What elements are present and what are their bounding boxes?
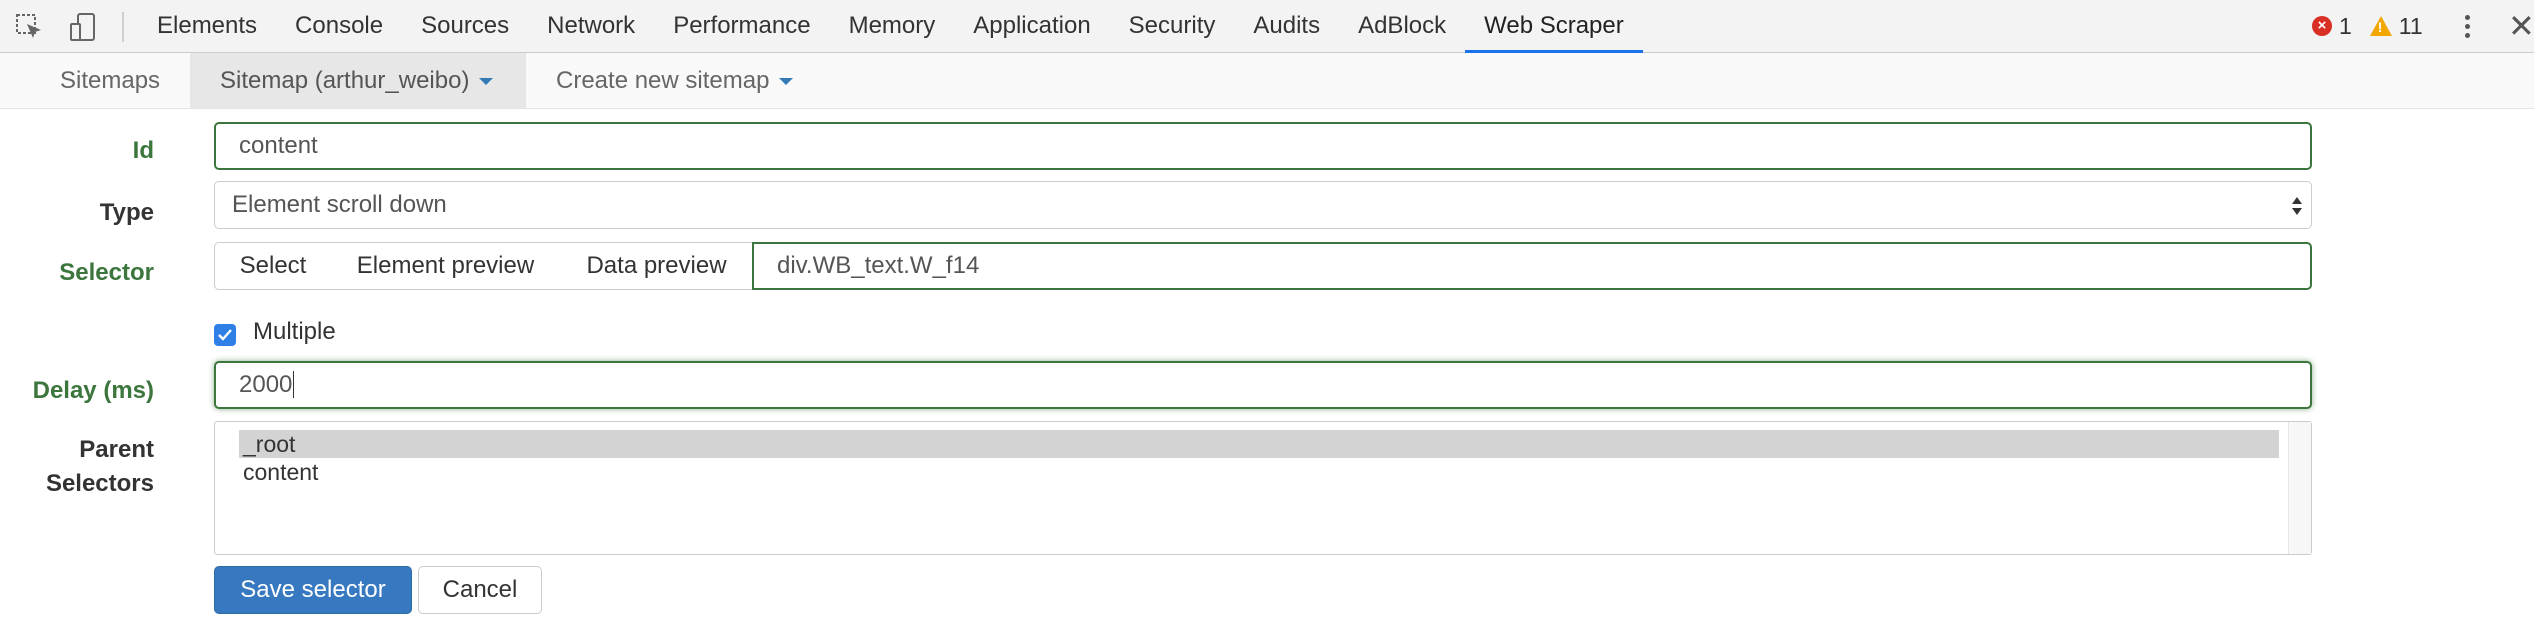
tab-elements[interactable]: Elements (138, 0, 276, 53)
id-field[interactable]: content (214, 122, 2312, 170)
device-toolbar-icon[interactable] (68, 12, 98, 42)
nav-current-sitemap[interactable]: Sitemap (arthur_weibo) (190, 53, 526, 108)
chevron-down-icon (779, 78, 794, 86)
chevron-down-icon (479, 78, 494, 86)
cancel-button[interactable]: Cancel (418, 566, 542, 614)
devtools-tabs: Elements Console Sources Network Perform… (138, 0, 1643, 53)
data-preview-button[interactable]: Data preview (560, 242, 754, 290)
nav-create-sitemap[interactable]: Create new sitemap (526, 53, 823, 108)
multiple-label: Multiple (253, 318, 336, 345)
id-label: Id (132, 137, 154, 164)
save-selector-button[interactable]: Save selector (214, 566, 412, 614)
list-scrollbar[interactable] (2288, 422, 2311, 554)
inspect-element-icon[interactable] (14, 12, 44, 42)
tab-performance[interactable]: Performance (654, 0, 829, 53)
tab-security[interactable]: Security (1110, 0, 1235, 53)
selector-label: Selector (59, 259, 154, 286)
text-cursor (293, 371, 295, 398)
parent-selectors-label-line1: Parent (79, 436, 154, 463)
console-status[interactable]: × 1 ! 11 (2312, 11, 2423, 41)
tab-application[interactable]: Application (954, 0, 1109, 53)
close-icon[interactable]: ✕ (2508, 8, 2534, 44)
delay-value: 2000 (239, 371, 293, 398)
tab-adblock[interactable]: AdBlock (1339, 0, 1465, 53)
select-arrows-icon (2292, 197, 2302, 215)
parent-selectors-list[interactable]: _root content (214, 421, 2312, 555)
parent-option-root[interactable]: _root (239, 430, 2279, 458)
warning-count: 11 (2398, 12, 2423, 39)
error-count: 1 (2339, 12, 2352, 39)
devtools-toolbar: Elements Console Sources Network Perform… (0, 0, 2534, 53)
multiple-checkbox[interactable] (214, 324, 236, 346)
type-select-value: Element scroll down (232, 191, 447, 218)
toolbar-divider (122, 12, 124, 42)
type-select[interactable]: Element scroll down (214, 181, 2312, 229)
selector-input[interactable]: div.WB_text.W_f14 (752, 242, 2312, 290)
parent-selectors-label-line2: Selectors (45, 470, 154, 497)
error-icon: × (2312, 16, 2332, 36)
warning-icon: ! (2369, 16, 2392, 36)
element-preview-button[interactable]: Element preview (331, 242, 561, 290)
tab-console[interactable]: Console (276, 0, 402, 53)
nav-sitemaps-label: Sitemaps (60, 67, 161, 94)
checkmark-icon (218, 329, 232, 341)
type-label: Type (99, 199, 154, 226)
tab-network[interactable]: Network (528, 0, 654, 53)
select-button[interactable]: Select (214, 242, 332, 290)
delay-label: Delay (ms) (32, 377, 154, 404)
tab-memory[interactable]: Memory (830, 0, 955, 53)
nav-current-sitemap-label: Sitemap (arthur_weibo) (220, 67, 470, 94)
nav-sitemaps[interactable]: Sitemaps (30, 53, 190, 108)
tab-sources[interactable]: Sources (402, 0, 528, 53)
web-scraper-nav: Sitemaps Sitemap (arthur_weibo) Create n… (0, 53, 2534, 109)
tab-audits[interactable]: Audits (1234, 0, 1339, 53)
parent-option-content[interactable]: content (239, 458, 2279, 486)
delay-field[interactable]: 2000 (214, 361, 2312, 409)
more-vertical-icon[interactable] (2462, 12, 2472, 42)
tab-web-scraper[interactable]: Web Scraper (1465, 0, 1643, 53)
nav-create-sitemap-label: Create new sitemap (556, 67, 770, 94)
